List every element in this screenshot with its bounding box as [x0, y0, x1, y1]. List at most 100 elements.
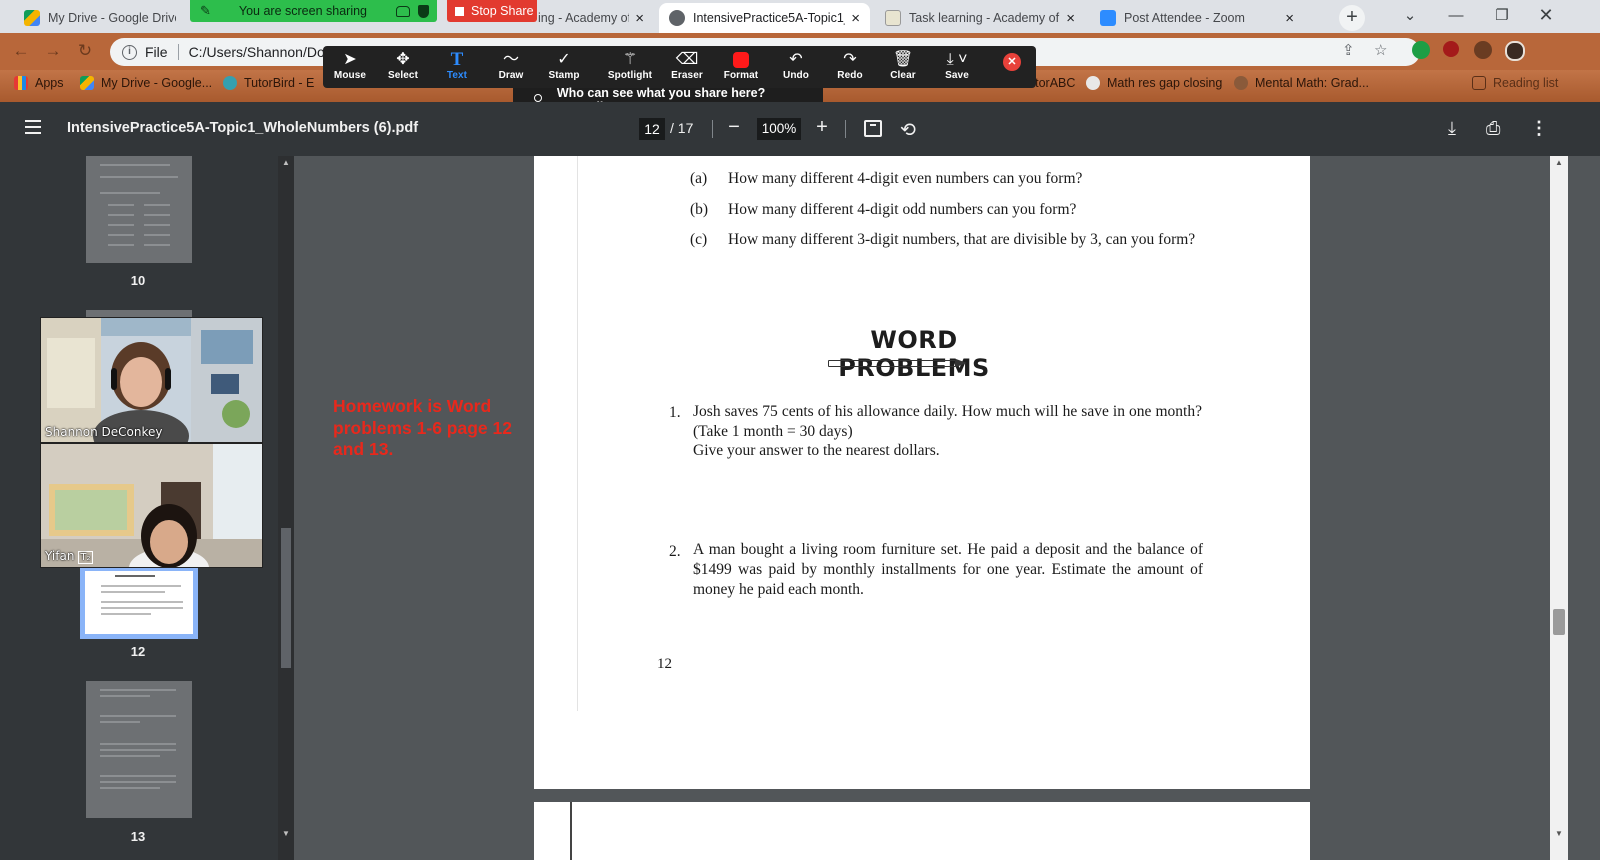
- back-icon[interactable]: ←: [8, 38, 34, 64]
- zoom-out-icon[interactable]: −: [721, 115, 747, 141]
- tab-zoom-post-attendee[interactable]: Post Attendee - Zoom ×: [1090, 3, 1304, 33]
- draw-icon: 〜: [502, 51, 519, 68]
- undo-icon: ↶: [789, 51, 803, 68]
- pencil-icon: [828, 359, 967, 367]
- tool-text[interactable]: T Text: [431, 46, 483, 88]
- format-swatch-icon: [733, 52, 749, 68]
- close-tab-icon[interactable]: ×: [1285, 10, 1294, 27]
- tool-eraser[interactable]: ⌫ Eraser: [661, 46, 713, 88]
- page-favicon-icon: [885, 10, 901, 26]
- problem-text: Give your answer to the nearest dollars.: [693, 442, 940, 459]
- shield-icon: [418, 4, 429, 18]
- zoom-in-icon[interactable]: +: [809, 115, 835, 141]
- new-tab-button[interactable]: +: [1339, 5, 1365, 31]
- viewer-scrollbar[interactable]: [1550, 156, 1568, 860]
- share-icon[interactable]: ⇪: [1342, 41, 1355, 59]
- profile-avatar[interactable]: [1505, 41, 1525, 61]
- download-icon[interactable]: ⤓: [1448, 118, 1456, 139]
- rotate-icon[interactable]: ⟲: [900, 119, 916, 142]
- tool-select[interactable]: ✥ Select: [377, 46, 429, 88]
- bookmark-mental-math[interactable]: Mental Math: Grad...: [1234, 76, 1369, 90]
- google-drive-icon: [24, 10, 40, 26]
- redo-icon: ↷: [843, 51, 857, 68]
- pdf-toolbar: IntensivePractice5A-Topic1_WholeNumbers …: [0, 102, 1600, 156]
- restore-icon[interactable]: ❐: [1479, 0, 1525, 33]
- minimize-icon[interactable]: —: [1433, 0, 1479, 33]
- tab-task-learning[interactable]: Task learning - Academy of N ×: [875, 3, 1085, 33]
- reload-icon[interactable]: ↻: [72, 38, 98, 64]
- bookmark-math-res[interactable]: Math res gap closing: [1086, 76, 1222, 90]
- close-tab-icon[interactable]: ×: [851, 10, 860, 27]
- tool-save[interactable]: ⤓ ˅ Save: [931, 46, 983, 88]
- eraser-icon: ⌫: [675, 51, 699, 68]
- more-options-icon[interactable]: ⋮: [1530, 118, 1548, 139]
- thumbnail-number: 10: [130, 273, 146, 288]
- apps-grid-icon: [14, 76, 28, 90]
- close-tab-icon[interactable]: ×: [635, 10, 644, 27]
- tab-intensive-practice[interactable]: IntensivePractice5A-Topic1_W ×: [659, 3, 870, 33]
- tool-undo[interactable]: ↶ Undo: [770, 46, 822, 88]
- sidebar-scrollbar-thumb[interactable]: [281, 528, 291, 668]
- page-number-input[interactable]: 12: [639, 118, 665, 140]
- extensions-puzzle-icon[interactable]: [1474, 41, 1492, 59]
- scroll-up-arrow-icon[interactable]: ▲: [278, 158, 294, 167]
- viewer-right-gutter: [1568, 156, 1600, 860]
- tab-academy[interactable]: ing - Academy of N ×: [528, 3, 654, 33]
- tool-redo[interactable]: ↷ Redo: [824, 46, 876, 88]
- thumbnail-page-13[interactable]: [86, 681, 192, 818]
- bookmark-apps[interactable]: Apps: [14, 76, 64, 90]
- reading-list[interactable]: Reading list: [1472, 76, 1558, 90]
- viewer-scrollbar-thumb[interactable]: [1553, 609, 1565, 635]
- tool-stamp[interactable]: ✓ Stamp: [538, 46, 590, 88]
- url-text: C:/Users/Shannon/Dow: [188, 44, 335, 60]
- video-tile-shannon[interactable]: Shannon DeConkey: [40, 317, 263, 443]
- tool-mouse[interactable]: ➤ Mouse: [324, 46, 376, 88]
- total-pages: / 17: [670, 120, 694, 136]
- tab-search-icon[interactable]: ⌄: [1387, 0, 1433, 33]
- wand-icon: ⚚: [622, 51, 638, 68]
- zoom-icon: [1100, 10, 1116, 26]
- close-annotation-icon[interactable]: ✕: [1003, 53, 1021, 71]
- info-icon[interactable]: i: [122, 44, 137, 60]
- tool-draw[interactable]: 〜 Draw: [485, 46, 537, 88]
- forward-icon[interactable]: →: [40, 38, 66, 64]
- menu-icon[interactable]: [25, 120, 41, 134]
- annotation-toolbar: ➤ Mouse ✥ Select T Text 〜 Draw ✓ Stamp ⚚ Spotl…: [323, 46, 1036, 88]
- screen-sharing-banner[interactable]: ✎ You are screen sharing: [190, 0, 437, 22]
- word-problems-heading: WORD PROBLEMS: [838, 326, 990, 382]
- tool-format[interactable]: Format: [715, 46, 767, 88]
- scroll-up-arrow-icon[interactable]: ▲: [1551, 158, 1567, 167]
- homework-annotation[interactable]: Homework is Word problems 1-6 page 12 an…: [333, 396, 533, 461]
- subquestion-label: (a): [690, 170, 708, 187]
- extension-green-icon[interactable]: [1412, 41, 1430, 59]
- video-tile-yifan[interactable]: Yifan T₂: [40, 443, 263, 568]
- subquestion-text: How many different 3-digit numbers, that…: [728, 231, 1196, 248]
- subquestion-label: (c): [690, 231, 708, 248]
- bookmark-star-icon[interactable]: ☆: [1374, 41, 1387, 59]
- zoom-level-input[interactable]: 100%: [757, 118, 801, 140]
- scroll-down-arrow-icon[interactable]: ▼: [1551, 829, 1567, 838]
- site-favicon-icon: [1234, 76, 1248, 90]
- cursor-icon: ➤: [343, 51, 357, 68]
- tab-google-drive[interactable]: My Drive - Google Drive: [14, 3, 186, 33]
- tool-clear[interactable]: 🗑 Clear: [877, 46, 929, 88]
- problem-text: A man bought a living room furniture set…: [693, 541, 1203, 598]
- close-window-icon[interactable]: ✕: [1523, 0, 1569, 33]
- participant-name: Shannon DeConkey: [45, 425, 163, 439]
- bookmark-my-drive[interactable]: My Drive - Google...: [80, 76, 212, 90]
- thumbnail-page-10[interactable]: [86, 156, 192, 263]
- sidebar-scrollbar[interactable]: [278, 156, 294, 860]
- close-tab-icon[interactable]: ×: [1066, 10, 1075, 27]
- print-icon[interactable]: ⎙: [1486, 118, 1500, 139]
- ublock-icon[interactable]: [1443, 41, 1459, 57]
- reading-list-icon: [1472, 76, 1486, 90]
- tool-spotlight[interactable]: ⚚ Spotlight: [599, 46, 661, 88]
- bookmark-tutorbird[interactable]: TutorBird - E: [223, 76, 314, 90]
- subquestion-text: How many different 4-digit odd numbers c…: [728, 201, 1077, 218]
- check-icon: ✓: [557, 51, 571, 68]
- scroll-down-arrow-icon[interactable]: ▼: [278, 829, 294, 838]
- thumbnail-page-12[interactable]: [80, 566, 198, 639]
- stop-square-icon: [455, 6, 464, 16]
- stop-share-button[interactable]: Stop Share: [447, 0, 537, 22]
- fit-to-page-icon[interactable]: [864, 120, 882, 137]
